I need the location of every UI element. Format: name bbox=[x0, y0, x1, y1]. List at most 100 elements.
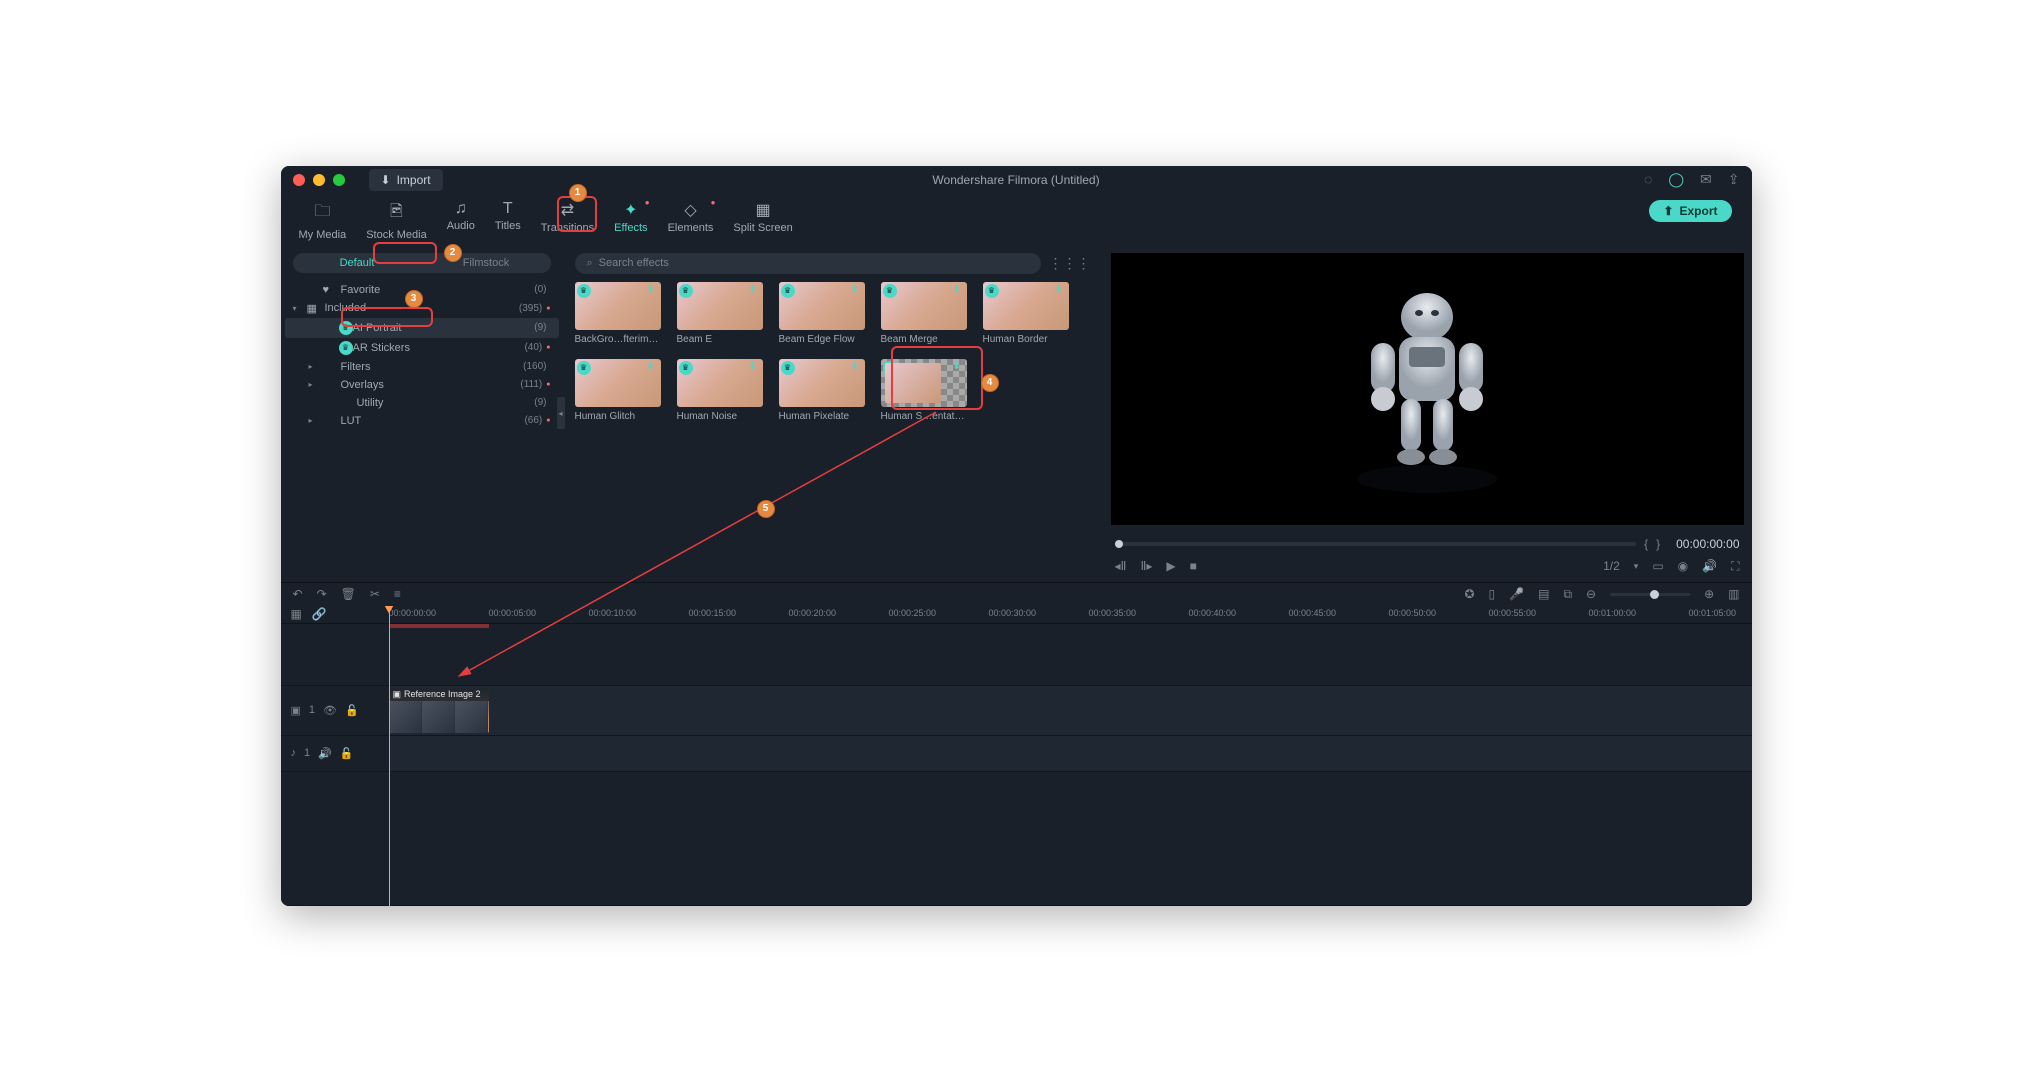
preview-scrubber[interactable] bbox=[1115, 542, 1637, 546]
tree-row-overlays[interactable]: ▸Overlays(111)● bbox=[285, 376, 559, 394]
display-icon[interactable]: ▭ bbox=[1652, 559, 1663, 573]
effect-item-human-noise[interactable]: ♛ ⬇ Human Noise bbox=[677, 359, 763, 422]
video-track-icon: ▣ bbox=[291, 704, 301, 717]
tree-row-ar-stickers[interactable]: ♛AR Stickers(40)● bbox=[285, 338, 559, 358]
crop-icon[interactable]: ⧉ bbox=[1563, 587, 1572, 602]
marker-icon[interactable]: ▯ bbox=[1489, 587, 1496, 601]
tree-row-utility[interactable]: Utility(9) bbox=[285, 394, 559, 412]
play-button[interactable]: ▶ bbox=[1166, 559, 1175, 573]
download-icon: ⬇ bbox=[1055, 284, 1067, 296]
track-visibility-icon[interactable]: 👁 bbox=[323, 704, 337, 717]
effect-item-human-border[interactable]: ♛ ⬇ Human Border bbox=[983, 282, 1069, 345]
effect-item-beam-e[interactable]: ♛ ⬇ Beam E bbox=[677, 282, 763, 345]
import-label: Import bbox=[397, 173, 431, 187]
zoom-slider[interactable] bbox=[1610, 593, 1690, 596]
messages-icon[interactable]: ✉ bbox=[1700, 171, 1712, 188]
mixer-icon[interactable]: ▤ bbox=[1538, 587, 1549, 601]
prev-frame-button[interactable]: ◂Ⅱ bbox=[1115, 559, 1127, 573]
top-tab-my-media[interactable]: 🗀My Media bbox=[289, 194, 357, 245]
collapse-handle[interactable]: ◂ bbox=[557, 397, 565, 429]
effect-thumb: ♛ ⬇ bbox=[575, 359, 661, 407]
grid-view-icon[interactable]: ⋮⋮⋮ bbox=[1049, 255, 1091, 272]
search-input[interactable]: ⌕ Search effects bbox=[575, 253, 1041, 274]
top-tab-elements[interactable]: ◇●Elements bbox=[658, 194, 724, 245]
crown-icon: ♛ bbox=[339, 341, 353, 355]
preview-quality-select[interactable]: 1/2 bbox=[1603, 559, 1620, 573]
track-lock-icon[interactable]: 🔓 bbox=[345, 704, 359, 717]
preview-viewport[interactable] bbox=[1111, 253, 1744, 525]
app-window: ⬇ Import Wondershare Filmora (Untitled) … bbox=[281, 166, 1752, 906]
track-body-empty-2[interactable] bbox=[389, 772, 1752, 905]
playhead[interactable] bbox=[389, 606, 390, 906]
render-icon[interactable]: ✪ bbox=[1464, 587, 1474, 601]
effect-label: Human Glitch bbox=[575, 411, 661, 422]
redo-icon[interactable]: ↷ bbox=[317, 587, 327, 601]
effect-label: Beam Merge bbox=[881, 334, 967, 345]
chevron-down-icon[interactable]: ▾ bbox=[1634, 561, 1639, 572]
pill-tab-default[interactable]: Default bbox=[293, 253, 422, 273]
snapshot-icon[interactable]: ◉ bbox=[1678, 559, 1688, 573]
top-tab-audio[interactable]: ♫Audio bbox=[437, 194, 485, 245]
top-tab-titles[interactable]: TTitles bbox=[485, 194, 531, 245]
account-icon[interactable]: ◌ bbox=[1644, 171, 1652, 188]
import-button[interactable]: ⬇ Import bbox=[369, 169, 443, 191]
effect-item-backgro-fterimage[interactable]: ♛ ⬇ BackGro…fterimage bbox=[575, 282, 661, 345]
top-tab-stock-media[interactable]: 🖻Stock Media bbox=[356, 194, 437, 245]
ruler-row: ▦ 🔗 00:00:00:0000:00:05:0000:00:10:0000:… bbox=[281, 606, 1752, 624]
top-tab-split-screen[interactable]: ▦Split Screen bbox=[723, 194, 802, 245]
pill-tab-filmstock[interactable]: Filmstock bbox=[422, 253, 551, 273]
export-button[interactable]: ⬆ Export bbox=[1649, 200, 1731, 222]
mark-out-icon[interactable]: } bbox=[1656, 537, 1660, 551]
video-track-body[interactable]: ▣ Reference Image 2 bbox=[389, 686, 1752, 735]
audio-track-row: ♪ 1 🔊 🔓 bbox=[281, 736, 1752, 772]
tree-row-filters[interactable]: ▸Filters(160) bbox=[285, 358, 559, 376]
tree-count: (160) bbox=[523, 361, 546, 372]
adjust-icon[interactable]: ≡ bbox=[394, 587, 401, 601]
effect-item-human-s-entation[interactable]: ♛ ⬇ Human S…entation bbox=[881, 359, 967, 422]
cut-icon[interactable]: ✂ bbox=[370, 587, 380, 601]
top-tab-effects[interactable]: ✦●Effects bbox=[604, 194, 657, 245]
delete-icon[interactable]: 🗑 bbox=[341, 587, 356, 601]
zoom-fit-icon[interactable]: ▥ bbox=[1728, 587, 1739, 601]
ruler-tick: 00:01:05:00 bbox=[1689, 608, 1737, 618]
track-mute-icon[interactable]: 🔊 bbox=[318, 747, 332, 760]
effect-item-human-glitch[interactable]: ♛ ⬇ Human Glitch bbox=[575, 359, 661, 422]
minimize-window-button[interactable] bbox=[313, 174, 325, 186]
zoom-in-icon[interactable]: ⊕ bbox=[1704, 587, 1714, 601]
play-pause-button[interactable]: Ⅱ▸ bbox=[1140, 559, 1152, 573]
close-window-button[interactable] bbox=[293, 174, 305, 186]
tree-row-lut[interactable]: ▸LUT(66)● bbox=[285, 412, 559, 430]
mark-in-icon[interactable]: { bbox=[1644, 537, 1648, 551]
track-body-empty[interactable] bbox=[389, 624, 1752, 685]
track-lock-icon-audio[interactable]: 🔓 bbox=[340, 747, 354, 760]
manage-tracks-icon[interactable]: ▦ bbox=[291, 607, 302, 621]
main-area: Default Filmstock ♥Favorite(0)▾▦Included… bbox=[281, 245, 1752, 582]
top-tab-transitions[interactable]: ⇄Transitions bbox=[531, 194, 604, 245]
effect-item-human-pixelate[interactable]: ♛ ⬇ Human Pixelate bbox=[779, 359, 865, 422]
export-icon: ⬆ bbox=[1663, 204, 1673, 218]
undo-icon[interactable]: ↶ bbox=[293, 587, 303, 601]
fullscreen-icon[interactable]: ⛶ bbox=[1731, 559, 1739, 574]
audio-track-body[interactable] bbox=[389, 736, 1752, 771]
notifications-icon[interactable]: ⇪ bbox=[1728, 171, 1740, 188]
top-tab-label: Titles bbox=[495, 220, 521, 232]
zoom-out-icon[interactable]: ⊖ bbox=[1586, 587, 1596, 601]
effect-item-beam-edge-flow[interactable]: ♛ ⬇ Beam Edge Flow bbox=[779, 282, 865, 345]
record-icon[interactable]: 🎤 bbox=[1509, 587, 1524, 601]
clip-type-icon: ▣ bbox=[393, 689, 402, 700]
video-clip[interactable]: ▣ Reference Image 2 bbox=[389, 688, 489, 733]
effect-item-beam-merge[interactable]: ♛ ⬇ Beam Merge bbox=[881, 282, 967, 345]
tree-row-included[interactable]: ▾▦Included(395)● bbox=[285, 299, 559, 318]
ruler[interactable]: 00:00:00:0000:00:05:0000:00:10:0000:00:1… bbox=[389, 606, 1752, 623]
help-icon[interactable]: ◯ bbox=[1668, 171, 1684, 188]
link-icon[interactable]: 🔗 bbox=[312, 607, 327, 621]
tree-row-ai-portrait[interactable]: ♛AI Portrait(9) bbox=[285, 318, 559, 338]
ruler-tick: 00:00:40:00 bbox=[1189, 608, 1237, 618]
volume-icon[interactable]: 🔊 bbox=[1702, 559, 1717, 573]
tree-row-favorite[interactable]: ♥Favorite(0) bbox=[285, 281, 559, 299]
timeline-toolbar: ↶ ↷ 🗑 ✂ ≡ ✪ ▯ 🎤 ▤ ⧉ ⊖ ⊕ ▥ bbox=[281, 582, 1752, 606]
ruler-head: ▦ 🔗 bbox=[281, 606, 389, 623]
stop-button[interactable]: ■ bbox=[1190, 559, 1197, 573]
tree-count: (9) bbox=[534, 397, 546, 408]
maximize-window-button[interactable] bbox=[333, 174, 345, 186]
